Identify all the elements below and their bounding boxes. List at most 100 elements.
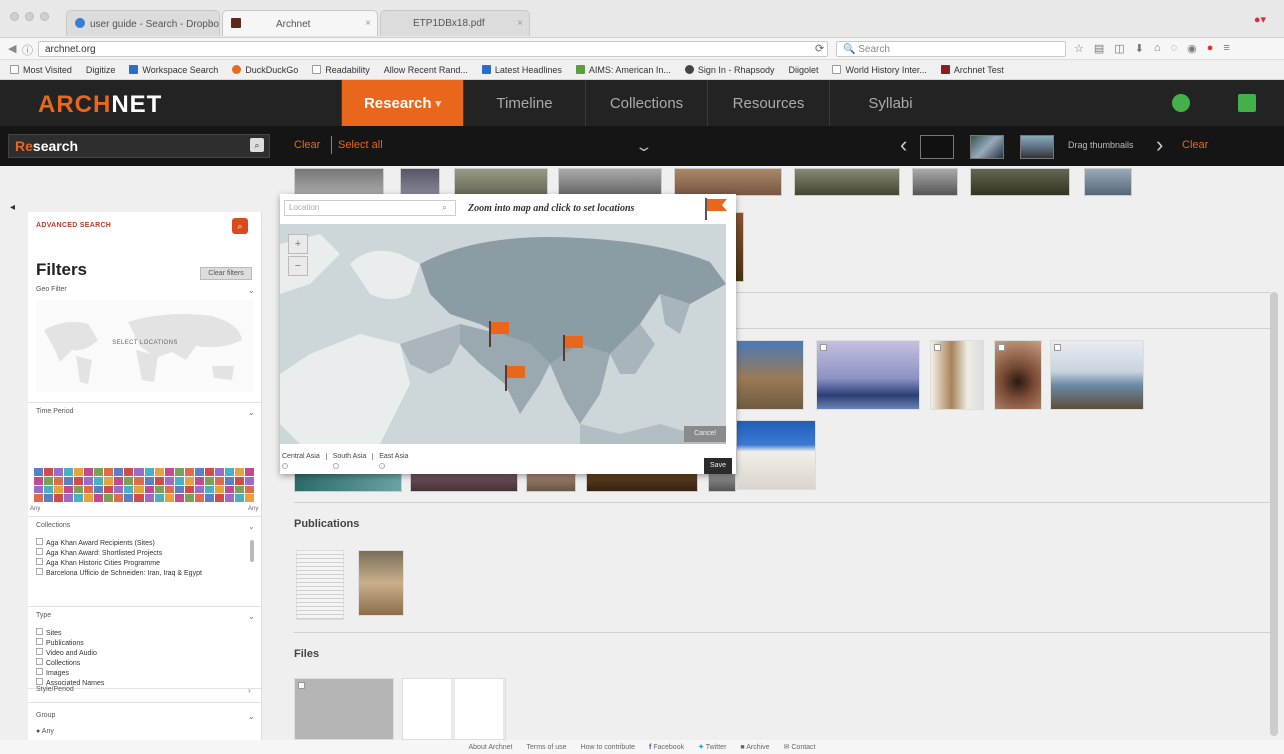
time-period-cell[interactable] (204, 494, 214, 502)
time-period-cell[interactable] (44, 468, 54, 476)
time-period-cell[interactable] (84, 485, 94, 494)
flag-icon[interactable] (703, 196, 729, 222)
footer-link-terms[interactable]: Terms of use (526, 744, 566, 751)
image-result[interactable] (930, 340, 984, 410)
result-thumbnail[interactable] (586, 472, 698, 492)
select-locations-label[interactable]: SELECT LOCATIONS (36, 340, 254, 346)
clear-selection-link[interactable]: Clear (1182, 139, 1208, 151)
type-checkbox[interactable]: Video and Audio (36, 648, 104, 658)
time-period-cell[interactable] (184, 476, 194, 485)
result-thumbnail[interactable] (294, 472, 402, 492)
back-icon[interactable]: ◀ (8, 42, 16, 55)
time-period-cell[interactable] (214, 494, 224, 502)
type-checkbox[interactable]: Sites (36, 628, 104, 638)
time-period-cell[interactable] (134, 476, 144, 485)
footer-link-contribute[interactable]: How to contribute (581, 744, 635, 751)
time-period-cell[interactable] (134, 494, 144, 502)
image-result[interactable] (994, 340, 1042, 410)
bookmark-item[interactable]: Archnet Test (940, 65, 1004, 75)
time-period-cell[interactable] (64, 476, 74, 485)
location-marker-flag-icon[interactable] (488, 320, 510, 348)
time-period-cell[interactable] (154, 494, 164, 502)
time-period-cell[interactable] (64, 468, 74, 476)
image-result[interactable] (1050, 340, 1144, 410)
time-period-cell[interactable] (244, 476, 254, 485)
bookmark-item[interactable]: Diigolet (788, 65, 818, 75)
time-period-cell[interactable] (164, 476, 174, 485)
nav-syllabi[interactable]: Syllabi (829, 80, 951, 126)
time-period-cell[interactable] (164, 485, 174, 494)
chevron-down-icon[interactable]: ⌄ (248, 522, 255, 531)
time-period-cell[interactable] (44, 485, 54, 494)
time-period-cell[interactable] (84, 468, 94, 476)
select-checkbox[interactable] (298, 682, 305, 689)
footer-link-about[interactable]: About Archnet (469, 744, 513, 751)
chevron-down-icon[interactable]: ⌄ (248, 612, 255, 621)
result-thumbnail[interactable] (1084, 168, 1132, 196)
search-icon[interactable]: ⌕ (232, 218, 248, 234)
time-period-cell[interactable] (204, 476, 214, 485)
location-search-input[interactable]: Location (284, 200, 456, 216)
time-period-cell[interactable] (204, 485, 214, 494)
user-icon[interactable] (1172, 94, 1190, 112)
result-thumbnail[interactable] (400, 168, 440, 196)
bookmark-item[interactable]: Digitize (86, 65, 116, 75)
time-period-cell[interactable] (54, 468, 64, 476)
time-period-cell[interactable] (104, 494, 114, 502)
result-thumbnail[interactable] (970, 168, 1070, 196)
time-period-cell[interactable] (164, 494, 174, 502)
selection-slot[interactable] (920, 135, 954, 159)
time-period-cell[interactable] (124, 494, 134, 502)
type-checkbox[interactable]: Collections (36, 658, 104, 668)
bookmark-item[interactable]: Workspace Search (129, 65, 218, 75)
select-checkbox[interactable] (1054, 344, 1061, 351)
close-icon[interactable]: × (517, 18, 523, 29)
close-icon[interactable]: × (365, 18, 371, 29)
time-period-cell[interactable] (224, 476, 234, 485)
time-period-cell[interactable] (184, 485, 194, 494)
time-period-cell[interactable] (144, 468, 154, 476)
site-info-icon[interactable]: ⓘ (22, 42, 33, 58)
search-icon[interactable]: ⌕ (442, 202, 447, 213)
time-period-cell[interactable] (214, 476, 224, 485)
time-period-cell[interactable] (104, 485, 114, 494)
result-thumbnail[interactable] (674, 168, 782, 196)
result-thumbnail[interactable] (526, 472, 576, 492)
zoom-out-button[interactable]: − (288, 256, 308, 276)
time-period-cell[interactable] (224, 468, 234, 476)
window-controls[interactable] (10, 12, 49, 21)
time-period-cell[interactable] (194, 485, 204, 494)
file-thumbnail[interactable] (402, 678, 506, 740)
time-period-cell[interactable] (94, 494, 104, 502)
location-marker-flag-icon[interactable] (504, 364, 526, 392)
nav-research[interactable]: Research ▾ (341, 80, 463, 133)
download-icon[interactable]: ⬇ (1135, 42, 1144, 55)
chevron-down-icon[interactable]: ⌄ (248, 712, 255, 721)
time-period-cell[interactable] (74, 494, 84, 502)
chevron-left-icon[interactable]: ‹ (900, 132, 907, 158)
browser-menu-icon[interactable]: ●▾ (1254, 13, 1266, 26)
time-period-cell[interactable] (234, 485, 244, 494)
bookmark-item[interactable]: Readability (312, 65, 370, 75)
time-period-cell[interactable] (154, 476, 164, 485)
archnet-logo[interactable]: ARCHNET (38, 91, 162, 119)
reload-icon[interactable]: ⟳ (815, 42, 824, 55)
chevron-right-icon[interactable]: › (1156, 132, 1163, 158)
time-period-cell[interactable] (134, 485, 144, 494)
time-period-cell[interactable] (244, 468, 254, 476)
time-period-cell[interactable] (224, 485, 234, 494)
browser-tab[interactable]: ETP1DBx18.pdf × (380, 10, 530, 36)
collection-checkbox[interactable]: Aga Khan Award: Shortlisted Projects (36, 548, 202, 558)
time-period-cell[interactable] (144, 485, 154, 494)
bookmark-item[interactable]: World History Inter... (832, 65, 927, 75)
clear-filters-button[interactable]: Clear filters (200, 267, 252, 280)
time-period-cell[interactable] (114, 468, 124, 476)
result-thumbnail[interactable] (912, 168, 958, 196)
nav-collections[interactable]: Collections (585, 80, 707, 126)
time-period-cell[interactable] (104, 476, 114, 485)
selected-thumbnail[interactable] (1020, 135, 1054, 159)
region-tag[interactable]: Central Asia (282, 453, 327, 469)
bookmark-item[interactable]: Most Visited (10, 65, 72, 75)
time-period-cell[interactable] (174, 468, 184, 476)
cancel-button[interactable]: Cancel (684, 426, 726, 442)
